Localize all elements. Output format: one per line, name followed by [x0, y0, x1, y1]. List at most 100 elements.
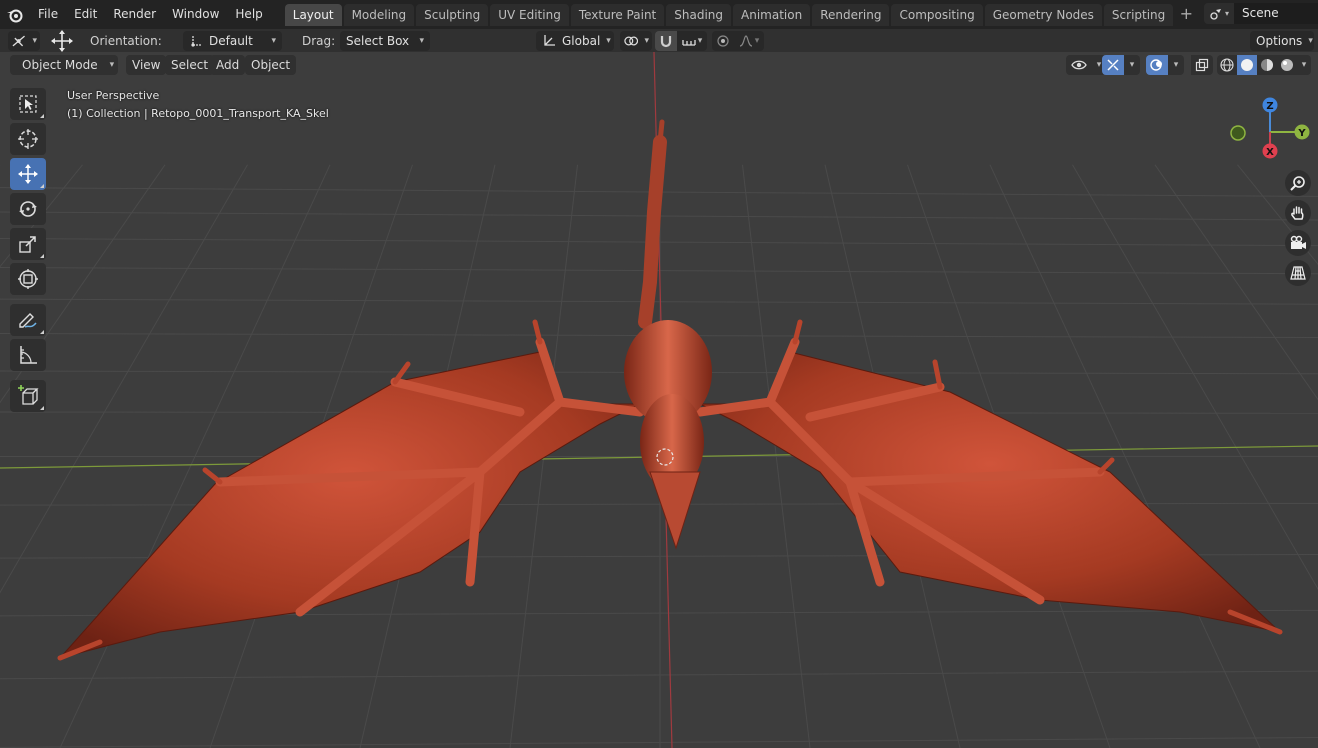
menu-add[interactable]: Add: [210, 55, 246, 75]
orientation-value: Default: [209, 33, 253, 48]
view-name: User Perspective: [67, 89, 160, 102]
tool-variants-indicator: [40, 184, 44, 188]
drag-label: Drag:: [302, 33, 336, 48]
tool-options-button[interactable]: ▾: [8, 30, 40, 51]
mode-dropdown[interactable]: Object Mode ▾: [10, 55, 118, 75]
snap-toggle-button[interactable]: [655, 30, 677, 51]
transform-orientation-value: Global: [562, 33, 601, 48]
solid-shading-button[interactable]: [1237, 55, 1257, 75]
shading-dropdown[interactable]: ▾: [1297, 55, 1311, 75]
tool-shelf: [10, 88, 48, 415]
camera-view-button[interactable]: [1285, 230, 1311, 256]
tool-variants-indicator: [40, 406, 44, 410]
drag-dropdown[interactable]: Select Box ▾: [340, 30, 430, 51]
tab-geometry-nodes[interactable]: Geometry Nodes: [984, 3, 1102, 26]
wireframe-shading-button[interactable]: [1217, 55, 1237, 75]
visibility-group: ▾: [1066, 55, 1106, 75]
chevron-down-icon: ▾: [419, 35, 424, 46]
scale-tool[interactable]: [10, 228, 46, 260]
tab-rendering[interactable]: Rendering: [812, 3, 890, 26]
object-visibility-button[interactable]: [1066, 55, 1092, 75]
chevron-down-icon: ▾: [1096, 60, 1102, 70]
navigation-gizmo[interactable]: Z Y X: [1226, 95, 1316, 165]
tab-sculpting[interactable]: Sculpting: [416, 3, 489, 26]
eye-icon: [1071, 60, 1087, 70]
tab-layout[interactable]: Layout: [284, 3, 342, 26]
gizmo-icon: [1107, 59, 1119, 71]
tab-uv-editing[interactable]: UV Editing: [490, 3, 569, 26]
material-shading-button[interactable]: [1257, 55, 1277, 75]
orientation-axes-icon: [191, 35, 202, 47]
menu-window[interactable]: Window: [164, 0, 227, 29]
chevron-down-icon: ▾: [754, 35, 760, 46]
xray-toggle-button[interactable]: [1191, 55, 1213, 75]
tab-compositing[interactable]: Compositing: [891, 3, 983, 26]
chevron-down-icon: ▾: [644, 35, 649, 46]
x-axis-label: X: [1266, 147, 1274, 158]
proportional-edit-group: ▾: [712, 30, 764, 51]
falloff-dropdown[interactable]: ▾: [734, 30, 764, 51]
rendered-shading-button[interactable]: [1277, 55, 1297, 75]
rotate-tool[interactable]: [10, 193, 46, 225]
snap-target-dropdown[interactable]: ▾: [677, 30, 707, 51]
select-box-tool[interactable]: [10, 88, 46, 120]
options-dropdown[interactable]: Options ▾: [1250, 30, 1314, 51]
transform-orientation-dropdown[interactable]: Global ▾: [536, 30, 614, 51]
orientation-label: Orientation:: [90, 33, 162, 48]
scene-name-field[interactable]: Scene: [1234, 3, 1318, 24]
proportional-edit-toggle[interactable]: [712, 30, 734, 51]
cursor-tool[interactable]: [10, 123, 46, 155]
zoom-view-button[interactable]: [1285, 170, 1311, 196]
annotate-tool[interactable]: [10, 304, 46, 336]
overlay-toggle-button[interactable]: [1146, 55, 1168, 75]
gizmo-dropdown[interactable]: ▾: [1124, 55, 1140, 75]
menu-edit[interactable]: Edit: [66, 0, 105, 29]
chevron-down-icon: ▾: [1224, 9, 1229, 18]
menu-file[interactable]: File: [30, 0, 66, 29]
move-icon: [18, 164, 38, 184]
viewport-info-overlay: User Perspective (1) Collection | Retopo…: [67, 87, 329, 123]
measure-tool[interactable]: [10, 339, 46, 371]
tool-variants-indicator: [40, 254, 44, 258]
pivot-point-dropdown[interactable]: ▾: [620, 30, 652, 51]
menu-object[interactable]: Object: [245, 55, 297, 75]
tab-shading[interactable]: Shading: [666, 3, 731, 26]
chevron-down-icon: ▾: [1173, 60, 1179, 70]
add-workspace-button[interactable]: +: [1175, 4, 1197, 26]
measure-icon: [20, 346, 37, 364]
menu-help[interactable]: Help: [227, 0, 270, 29]
workspace-tabs: Layout Modeling Sculpting UV Editing Tex…: [284, 0, 1198, 29]
move-tool[interactable]: [10, 158, 46, 190]
orientation-dropdown[interactable]: Default ▾: [183, 30, 282, 51]
tab-texture-paint[interactable]: Texture Paint: [570, 3, 665, 26]
tab-scripting[interactable]: Scripting: [1103, 3, 1174, 26]
overlay-dropdown[interactable]: ▾: [1168, 55, 1184, 75]
material-sphere-icon: [1261, 59, 1273, 71]
select-box-icon: [19, 95, 37, 113]
transform-tool[interactable]: [10, 263, 46, 295]
neg-y-axis-handle[interactable]: [1230, 125, 1246, 141]
blender-logo-icon[interactable]: [0, 0, 30, 29]
tool-variants-indicator: [40, 114, 44, 118]
viewport-scene: [0, 52, 1318, 748]
rotate-icon: [19, 201, 37, 217]
falloff-curve-icon: [739, 34, 752, 47]
overlay-icon: [1150, 59, 1162, 71]
tool-settings-icon: [12, 35, 25, 46]
pan-view-button[interactable]: [1285, 200, 1311, 226]
tab-animation[interactable]: Animation: [733, 3, 811, 26]
tab-modeling[interactable]: Modeling: [343, 3, 415, 26]
zoom-icon: [1290, 176, 1305, 191]
gizmo-toggle-button[interactable]: [1102, 55, 1124, 75]
rendered-sphere-icon: [1281, 59, 1293, 71]
scene-browse-button[interactable]: ▾: [1204, 3, 1234, 24]
menu-select[interactable]: Select: [165, 55, 215, 75]
move-tool-icon: [51, 29, 73, 52]
chevron-down-icon: ▾: [32, 35, 37, 46]
3d-viewport[interactable]: User Perspective (1) Collection | Retopo…: [0, 52, 1318, 748]
menu-view[interactable]: View: [126, 55, 167, 75]
tool-settings-header: ▾ Orientation: Default ▾ Drag: Select Bo…: [0, 29, 1318, 52]
orthographic-toggle-button[interactable]: [1285, 260, 1311, 286]
menu-render[interactable]: Render: [105, 0, 164, 29]
add-cube-tool[interactable]: [10, 380, 46, 412]
